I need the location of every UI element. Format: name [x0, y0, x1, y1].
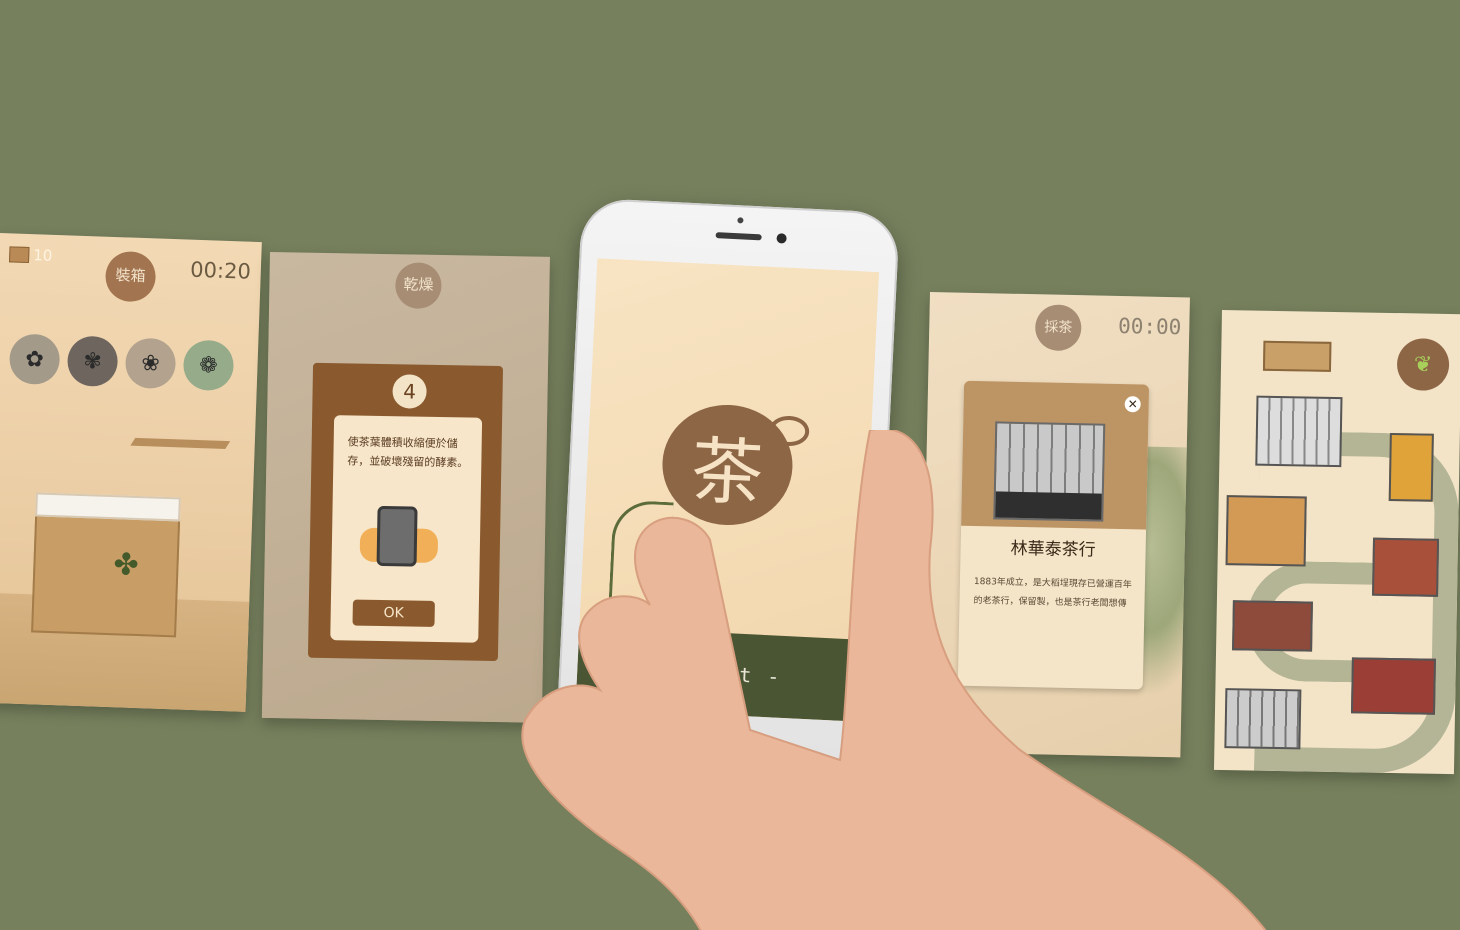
leaf-mark-icon: ✤ — [112, 547, 140, 584]
box-count: 10 — [32, 246, 53, 265]
phone-sensor — [737, 217, 744, 224]
shake-phone-icon — [376, 505, 418, 567]
shop-name: 林華泰茶行 — [1010, 538, 1096, 561]
start-button[interactable]: - Start - — [575, 625, 862, 722]
map-building[interactable] — [1232, 600, 1313, 652]
tea-leaf-icon[interactable]: ❁ — [182, 339, 235, 392]
tea-leaf-icon[interactable]: ❦ — [1396, 338, 1450, 391]
card-packing: 10 裝箱 00:20 ✿ ✾ ❀ ❁ ✤ — [0, 233, 262, 712]
tea-leaf-icon[interactable]: ✾ — [66, 335, 119, 388]
card-map: ❦ — [1213, 310, 1460, 775]
stage-badge: 採茶 — [1034, 304, 1082, 352]
box-icon — [8, 246, 30, 264]
box-counter: 10 — [8, 245, 53, 265]
instruction-body: 使茶葉體積收縮便於儲存，並破壞殘留的酵素。 OK — [330, 415, 483, 643]
shop-description: 1883年成立，是大稻埕現存已營運百年的老茶行，保留製，也是茶行老闆想傳 — [973, 576, 1132, 610]
home-button[interactable] — [688, 723, 741, 776]
timer: 00:00 — [1117, 313, 1182, 340]
shop-popup: ✕ 林華泰茶行 1883年成立，是大稻埕現存已營運百年的老茶行，保留製，也是茶行… — [957, 380, 1150, 690]
shelf — [130, 437, 231, 449]
box-icon[interactable] — [1262, 340, 1332, 372]
building-image — [993, 421, 1106, 522]
tea-leaf-icon[interactable]: ❀ — [124, 337, 177, 390]
stage-badge: 裝箱 — [104, 250, 157, 303]
ok-button[interactable]: OK — [352, 599, 435, 627]
phone-screen: 茶 - Start - — [575, 258, 880, 722]
packing-box[interactable]: ✤ — [31, 492, 181, 638]
timer: 00:20 — [189, 257, 252, 284]
tea-leaf-icon[interactable]: ✿ — [8, 333, 61, 386]
map-building[interactable] — [1255, 395, 1343, 468]
instruction-panel: 4 使茶葉體積收縮便於儲存，並破壞殘留的酵素。 OK — [307, 362, 504, 662]
logo-stem — [607, 499, 674, 633]
map-building[interactable] — [1224, 688, 1302, 750]
map-building[interactable] — [1350, 657, 1436, 715]
box-lid — [35, 492, 181, 522]
phone-speaker — [715, 232, 762, 241]
map-building[interactable] — [1225, 495, 1307, 567]
phone: 茶 - Start - — [554, 197, 900, 793]
instruction-text: 使茶葉體積收縮便於儲存，並破壞殘留的酵素。 — [347, 435, 469, 470]
phone-camera — [776, 233, 787, 244]
card-picking: 採茶 00:00 ✕ 林華泰茶行 1883年成立，是大稻埕現存已營運百年的老茶行… — [920, 292, 1190, 758]
card-drying: 乾燥 4 使茶葉體積收縮便於儲存，並破壞殘留的酵素。 OK — [261, 252, 550, 723]
map-building[interactable] — [1372, 537, 1440, 597]
map-building[interactable] — [1388, 432, 1434, 502]
step-number: 4 — [392, 374, 427, 409]
stage-badge: 乾燥 — [395, 262, 442, 309]
